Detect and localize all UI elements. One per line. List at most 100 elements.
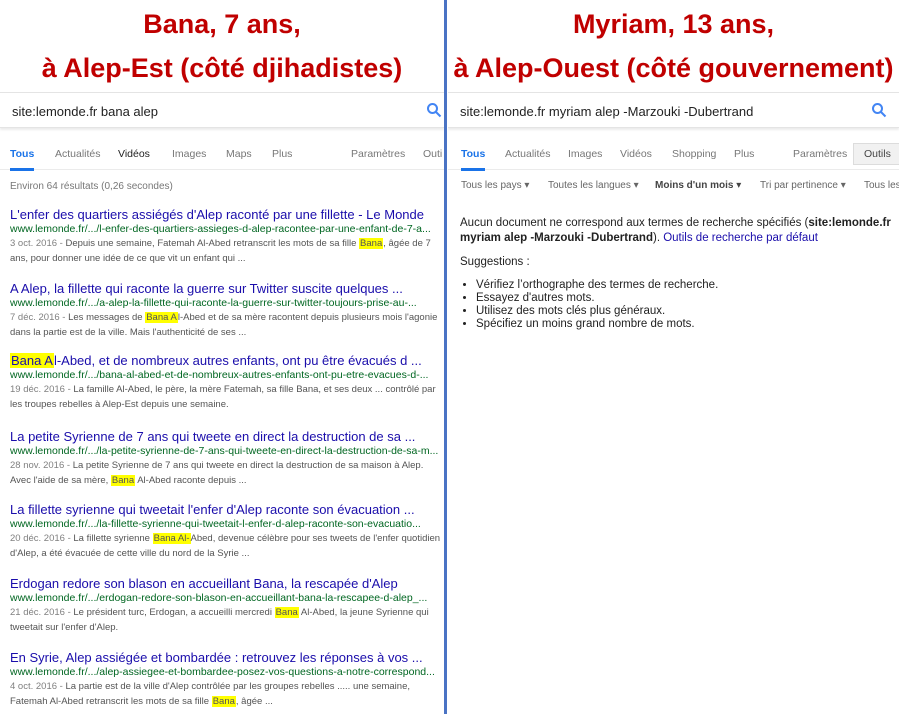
search-result: En Syrie, Alep assiégée et bombardée : r… bbox=[10, 650, 442, 709]
snippet-text: Les messages de bbox=[68, 312, 146, 323]
suggestion-item: Essayez d'autres mots. bbox=[476, 292, 718, 305]
snippet-text: La famille Al-Abed, le père, la mère Fat… bbox=[10, 384, 436, 410]
tab-actualites[interactable]: Actualités bbox=[505, 148, 551, 160]
tab-parametres[interactable]: Paramètres bbox=[351, 148, 405, 160]
tab-maps[interactable]: Maps bbox=[226, 148, 252, 160]
tab-images[interactable]: Images bbox=[568, 148, 602, 160]
suggestion-item: Utilisez des mots clés plus généraux. bbox=[476, 305, 718, 318]
tab-images[interactable]: Images bbox=[172, 148, 206, 160]
all-results-filter[interactable]: Tous les bbox=[864, 180, 899, 191]
result-date: 7 déc. 2016 - bbox=[10, 312, 69, 323]
right-tab-bar: Tous Actualités Images Vidéos Shopping P… bbox=[448, 140, 899, 171]
search-result: Erdogan redore son blason en accueillant… bbox=[10, 576, 442, 635]
snippet-text: Le président turc, Erdogan, a accueilli … bbox=[73, 607, 275, 618]
tab-actualites[interactable]: Actualités bbox=[55, 148, 101, 160]
suggestions-list: Vérifiez l’orthographe des termes de rec… bbox=[476, 279, 718, 331]
highlight-bana: Bana Al- bbox=[152, 533, 191, 544]
result-date: 4 oct. 2016 - bbox=[10, 681, 66, 692]
highlight-bana: Bana A bbox=[145, 312, 178, 323]
result-url[interactable]: www.lemonde.fr/.../erdogan-redore-son-bl… bbox=[10, 592, 442, 605]
language-filter[interactable]: Toutes les langues ▾ bbox=[548, 180, 639, 191]
time-filter[interactable]: Moins d'un mois ▾ bbox=[655, 180, 741, 191]
tab-parametres[interactable]: Paramètres bbox=[793, 148, 847, 160]
result-url[interactable]: www.lemonde.fr/.../l-enfer-des-quartiers… bbox=[10, 223, 442, 236]
tab-tous[interactable]: Tous bbox=[10, 148, 35, 171]
no-results-message: Aucun document ne correspond aux termes … bbox=[460, 216, 892, 246]
suggestions-title: Suggestions : bbox=[460, 256, 530, 268]
result-date: 28 nov. 2016 - bbox=[10, 460, 73, 471]
highlight-bana: Bana bbox=[211, 696, 236, 707]
tools-button[interactable]: Outils bbox=[853, 143, 899, 165]
tab-outils[interactable]: Outi bbox=[423, 148, 442, 160]
result-url[interactable]: www.lemonde.fr/.../a-alep-la-fillette-qu… bbox=[10, 297, 442, 310]
result-snippet: 4 oct. 2016 - La partie est de la ville … bbox=[10, 679, 442, 709]
result-stats: Environ 64 résultats (0,26 secondes) bbox=[10, 181, 173, 192]
search-result: A Alep, la fillette qui raconte la guerr… bbox=[10, 281, 442, 340]
left-panel: Bana, 7 ans, à Alep-Est (côté djihadiste… bbox=[0, 0, 444, 714]
search-tools-bar: Tous les pays ▾ Toutes les langues ▾ Moi… bbox=[448, 172, 899, 200]
right-search-bar[interactable]: site:lemonde.fr myriam alep -Marzouki -D… bbox=[448, 92, 899, 128]
highlight-bana: Bana bbox=[274, 607, 299, 618]
result-snippet: 21 déc. 2016 - Le président turc, Erdoga… bbox=[10, 605, 442, 635]
no-results-text: ). bbox=[652, 232, 664, 244]
result-snippet: 19 déc. 2016 - La famille Al-Abed, le pè… bbox=[10, 382, 442, 412]
tab-videos[interactable]: Vidéos bbox=[118, 148, 150, 160]
snippet-text: La partie est de la ville d'Alep contrôl… bbox=[10, 681, 410, 707]
result-date: 20 déc. 2016 - bbox=[10, 533, 74, 544]
snippet-text: La fillette syrienne bbox=[73, 533, 153, 544]
highlight-bana: Bana bbox=[359, 238, 384, 249]
result-date: 3 oct. 2016 - bbox=[10, 238, 66, 249]
result-title-link[interactable]: L'enfer des quartiers assiégés d'Alep ra… bbox=[10, 207, 442, 223]
left-heading-line1: Bana, 7 ans, bbox=[143, 9, 301, 39]
tab-videos[interactable]: Vidéos bbox=[620, 148, 652, 160]
right-search-input[interactable]: site:lemonde.fr myriam alep -Marzouki -D… bbox=[460, 104, 753, 119]
left-heading-line2: à Alep-Est (côté djihadistes) bbox=[41, 53, 403, 83]
tab-plus[interactable]: Plus bbox=[734, 148, 754, 160]
right-heading: Myriam, 13 ans, à Alep-Ouest (côté gouve… bbox=[448, 0, 899, 90]
result-url[interactable]: www.lemonde.fr/.../bana-al-abed-et-de-no… bbox=[10, 369, 442, 382]
panel-divider bbox=[444, 0, 447, 714]
search-result: La fillette syrienne qui tweetait l'enfe… bbox=[10, 502, 442, 561]
snippet-text: Depuis une semaine, Fatemah Al-Abed retr… bbox=[65, 238, 360, 249]
result-url[interactable]: www.lemonde.fr/.../la-petite-syrienne-de… bbox=[10, 445, 442, 458]
result-snippet: 20 déc. 2016 - La fillette syrienne Bana… bbox=[10, 531, 442, 561]
tab-shopping[interactable]: Shopping bbox=[672, 148, 716, 160]
snippet-text: Al-Abed raconte depuis ... bbox=[135, 475, 247, 486]
tab-plus[interactable]: Plus bbox=[272, 148, 292, 160]
country-filter[interactable]: Tous les pays ▾ bbox=[461, 180, 529, 191]
right-heading-line1: Myriam, 13 ans, bbox=[572, 9, 775, 39]
result-title-link[interactable]: Erdogan redore son blason en accueillant… bbox=[10, 576, 442, 592]
right-heading-line2: à Alep-Ouest (côté gouvernement) bbox=[453, 53, 894, 83]
result-snippet: 3 oct. 2016 - Depuis une semaine, Fatema… bbox=[10, 236, 442, 266]
result-title-link[interactable]: Bana Al-Abed, et de nombreux autres enfa… bbox=[10, 353, 442, 369]
left-tab-bar: Tous Actualités Vidéos Images Maps Plus … bbox=[0, 140, 444, 171]
result-title-link[interactable]: En Syrie, Alep assiégée et bombardée : r… bbox=[10, 650, 442, 666]
search-result: La petite Syrienne de 7 ans qui tweete e… bbox=[10, 429, 442, 488]
search-result: L'enfer des quartiers assiégés d'Alep ra… bbox=[10, 207, 442, 266]
left-search-bar[interactable]: site:lemonde.fr bana alep bbox=[0, 92, 444, 128]
result-title-link[interactable]: A Alep, la fillette qui raconte la guerr… bbox=[10, 281, 442, 297]
search-result: Bana Al-Abed, et de nombreux autres enfa… bbox=[10, 353, 442, 412]
result-snippet: 7 déc. 2016 - Les messages de Bana Al-Ab… bbox=[10, 310, 442, 340]
left-heading: Bana, 7 ans, à Alep-Est (côté djihadiste… bbox=[0, 0, 444, 90]
result-date: 21 déc. 2016 - bbox=[10, 607, 74, 618]
suggestion-item: Vérifiez l’orthographe des termes de rec… bbox=[476, 279, 718, 292]
suggestion-item: Spécifiez un moins grand nombre de mots. bbox=[476, 318, 718, 331]
default-tools-link[interactable]: Outils de recherche par défaut bbox=[663, 232, 818, 244]
left-search-input[interactable]: site:lemonde.fr bana alep bbox=[12, 104, 158, 119]
result-url[interactable]: www.lemonde.fr/.../la-fillette-syrienne-… bbox=[10, 518, 442, 531]
result-snippet: 28 nov. 2016 - La petite Syrienne de 7 a… bbox=[10, 458, 442, 488]
highlight-bana: Bana bbox=[110, 475, 136, 486]
tab-tous[interactable]: Tous bbox=[461, 148, 486, 171]
snippet-text: , âgée ... bbox=[235, 696, 273, 707]
result-title-text: l-Abed, et de nombreux autres enfants, o… bbox=[53, 353, 422, 368]
result-url[interactable]: www.lemonde.fr/.../alep-assiegee-et-bomb… bbox=[10, 666, 442, 679]
sort-filter[interactable]: Tri par pertinence ▾ bbox=[760, 180, 846, 191]
no-results-text: Aucun document ne correspond aux termes … bbox=[460, 217, 809, 229]
search-icon[interactable] bbox=[871, 102, 887, 118]
result-title-link[interactable]: La fillette syrienne qui tweetait l'enfe… bbox=[10, 502, 442, 518]
result-date: 19 déc. 2016 - bbox=[10, 384, 74, 395]
highlight-bana: Bana A bbox=[10, 353, 54, 368]
search-icon[interactable] bbox=[426, 102, 442, 118]
result-title-link[interactable]: La petite Syrienne de 7 ans qui tweete e… bbox=[10, 429, 442, 445]
